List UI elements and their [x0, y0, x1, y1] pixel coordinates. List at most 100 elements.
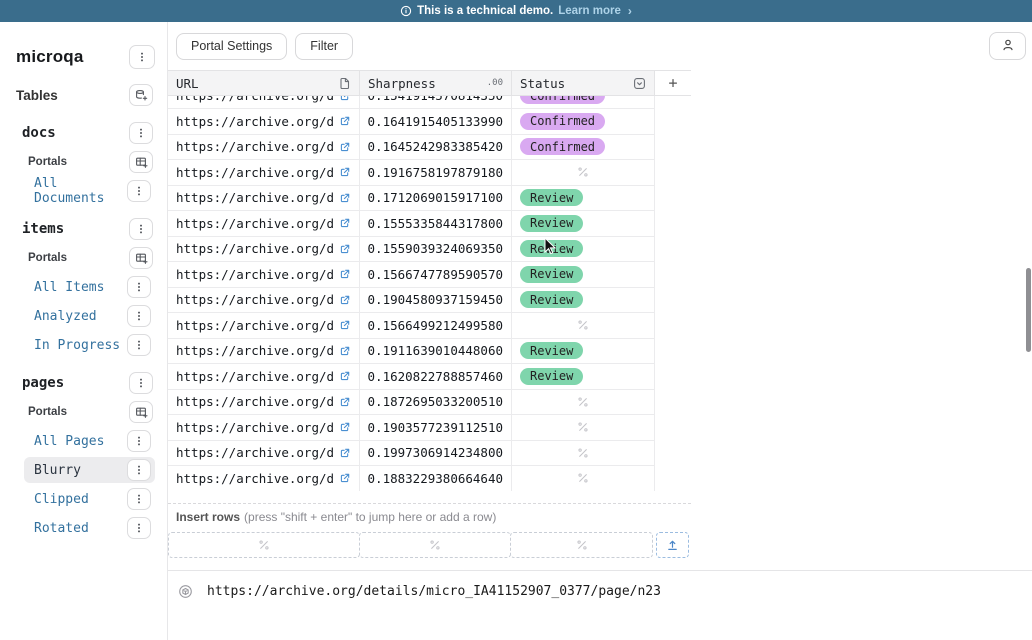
sharpness-cell[interactable]: 0.1997306914234800 [360, 441, 512, 466]
external-link-icon[interactable] [339, 268, 351, 280]
url-cell[interactable]: https://archive.org/det… [168, 135, 360, 160]
sidebar-view-all-documents[interactable]: All Documents [24, 178, 155, 204]
workspace-row[interactable]: microqa [16, 42, 155, 72]
url-cell[interactable]: https://archive.org/det… [168, 313, 360, 338]
external-link-icon[interactable] [339, 192, 351, 204]
sharpness-cell[interactable]: 0.1904580937159450 [360, 288, 512, 313]
external-link-icon[interactable] [339, 96, 351, 102]
url-cell[interactable]: https://archive.org/det… [168, 364, 360, 389]
external-link-icon[interactable] [339, 447, 351, 459]
portal-settings-button[interactable]: Portal Settings [176, 33, 287, 60]
insert-cell-sharpness[interactable] [359, 532, 511, 558]
view-menu-button[interactable] [127, 276, 151, 298]
url-cell[interactable]: https://archive.org/det… [168, 262, 360, 287]
workspace-menu-button[interactable] [129, 45, 155, 69]
view-menu-button[interactable] [127, 517, 151, 539]
account-button[interactable] [989, 32, 1026, 60]
sharpness-cell[interactable]: 0.1645242983385420 [360, 135, 512, 160]
url-cell[interactable]: https://archive.org/det… [168, 160, 360, 185]
status-cell[interactable] [512, 390, 655, 415]
sidebar-table-items[interactable]: items [22, 216, 153, 242]
url-cell[interactable]: https://archive.org/det… [168, 415, 360, 440]
sidebar-view-rotated[interactable]: Rotated [24, 515, 155, 541]
table-menu-button[interactable] [129, 122, 153, 144]
status-cell[interactable] [512, 441, 655, 466]
external-link-icon[interactable] [339, 243, 351, 255]
sidebar-view-all-items[interactable]: All Items [24, 274, 155, 300]
view-menu-button[interactable] [127, 459, 151, 481]
sidebar-view-all-pages[interactable]: All Pages [24, 428, 155, 454]
sidebar-view-analyzed[interactable]: Analyzed [24, 303, 155, 329]
url-cell[interactable]: https://archive.org/det… [168, 466, 360, 491]
external-link-icon[interactable] [339, 115, 351, 127]
url-cell[interactable]: https://archive.org/det… [168, 96, 360, 108]
sharpness-cell[interactable]: 0.1903577239112510 [360, 415, 512, 440]
status-cell[interactable]: Review [512, 211, 655, 236]
url-cell[interactable]: https://archive.org/det… [168, 339, 360, 364]
sidebar-view-clipped[interactable]: Clipped [24, 486, 155, 512]
url-cell[interactable]: https://archive.org/det… [168, 237, 360, 262]
column-header-status[interactable]: Status [512, 71, 655, 95]
status-cell[interactable] [512, 313, 655, 338]
external-link-icon[interactable] [339, 166, 351, 178]
scrollbar-thumb[interactable] [1026, 268, 1031, 352]
upload-rows-button[interactable] [656, 532, 689, 558]
sharpness-cell[interactable]: 0.1620822788857460 [360, 364, 512, 389]
external-link-icon[interactable] [339, 396, 351, 408]
url-cell[interactable]: https://archive.org/det… [168, 211, 360, 236]
external-link-icon[interactable] [339, 319, 351, 331]
sharpness-cell[interactable]: 0.1916758197879180 [360, 160, 512, 185]
status-cell[interactable]: Review [512, 237, 655, 262]
external-link-icon[interactable] [339, 294, 351, 306]
status-cell[interactable] [512, 415, 655, 440]
external-link-icon[interactable] [339, 421, 351, 433]
sharpness-cell[interactable]: 0.1559039324069350 [360, 237, 512, 262]
external-link-icon[interactable] [339, 472, 351, 484]
table-menu-button[interactable] [129, 372, 153, 394]
status-cell[interactable]: Review [512, 364, 655, 389]
status-cell[interactable]: Confirmed [512, 96, 655, 108]
filter-button[interactable]: Filter [295, 33, 353, 60]
external-link-icon[interactable] [339, 141, 351, 153]
sharpness-cell[interactable]: 0.1566499212499580 [360, 313, 512, 338]
sharpness-cell[interactable]: 0.1641915405133990 [360, 109, 512, 134]
sharpness-cell[interactable]: 0.1566747789590570 [360, 262, 512, 287]
sharpness-cell[interactable]: 0.1911639010448060 [360, 339, 512, 364]
status-cell[interactable] [512, 466, 655, 491]
sharpness-cell[interactable]: 0.1883229380664640 [360, 466, 512, 491]
external-link-icon[interactable] [339, 345, 351, 357]
banner-learn-more-link[interactable]: Learn more [558, 5, 621, 17]
url-cell[interactable]: https://archive.org/det… [168, 288, 360, 313]
add-portal-button[interactable] [129, 151, 153, 173]
url-cell[interactable]: https://archive.org/det… [168, 186, 360, 211]
view-menu-button[interactable] [127, 430, 151, 452]
url-cell[interactable]: https://archive.org/det… [168, 441, 360, 466]
url-cell[interactable]: https://archive.org/det… [168, 390, 360, 415]
url-cell[interactable]: https://archive.org/det… [168, 109, 360, 134]
column-header-sharpness[interactable]: Sharpness.00 [360, 71, 512, 95]
sidebar-view-blurry[interactable]: Blurry [24, 457, 155, 483]
add-portal-button[interactable] [129, 247, 153, 269]
insert-cell-url[interactable] [168, 532, 360, 558]
view-menu-button[interactable] [127, 180, 151, 202]
status-cell[interactable]: Review [512, 288, 655, 313]
sidebar-table-docs[interactable]: docs [22, 120, 153, 146]
table-menu-button[interactable] [129, 218, 153, 240]
view-menu-button[interactable] [127, 488, 151, 510]
add-column-button[interactable]: + [655, 71, 691, 95]
sharpness-cell[interactable]: 0.1541914570814350 [360, 96, 512, 108]
column-header-url[interactable]: URL [168, 71, 360, 95]
status-cell[interactable]: Review [512, 339, 655, 364]
external-link-icon[interactable] [339, 370, 351, 382]
add-portal-button[interactable] [129, 401, 153, 423]
view-menu-button[interactable] [127, 305, 151, 327]
status-cell[interactable]: Confirmed [512, 109, 655, 134]
insert-cell-status[interactable] [510, 532, 653, 558]
status-cell[interactable] [512, 160, 655, 185]
status-cell[interactable]: Review [512, 186, 655, 211]
sidebar-view-in-progress[interactable]: In Progress [24, 332, 155, 358]
status-cell[interactable]: Confirmed [512, 135, 655, 160]
add-table-button[interactable] [129, 84, 153, 106]
sharpness-cell[interactable]: 0.1872695033200510 [360, 390, 512, 415]
view-menu-button[interactable] [127, 334, 151, 356]
